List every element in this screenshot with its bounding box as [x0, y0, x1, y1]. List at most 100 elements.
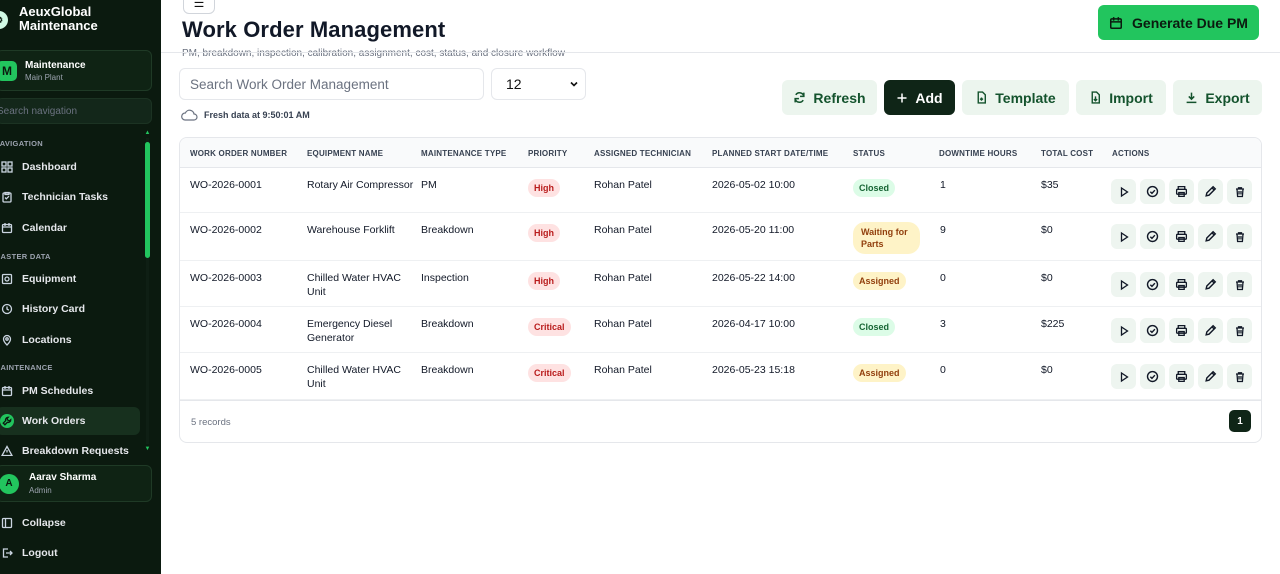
edit-action-button[interactable] [1198, 272, 1223, 297]
logout-button[interactable]: Logout [0, 541, 136, 565]
nav-scrollbar[interactable]: ▲ ▼ [144, 130, 151, 452]
print-action-button[interactable] [1169, 224, 1194, 249]
sidebar-item-breakdown-requests[interactable]: Breakdown Requests [0, 437, 140, 456]
avatar: A [0, 473, 19, 494]
sidebar-item-calendar[interactable]: Calendar [0, 214, 140, 242]
menu-toggle-button[interactable]: ☰ [183, 0, 215, 14]
delete-action-button[interactable] [1227, 318, 1252, 343]
check-circle-action-button[interactable] [1140, 318, 1165, 343]
cell-downtime-hours: 9 [940, 224, 946, 236]
nav-search-input[interactable] [0, 98, 152, 124]
scroll-down-arrow-icon[interactable]: ▼ [144, 446, 151, 452]
delete-icon [1234, 279, 1246, 291]
sidebar-item-dashboard[interactable]: Dashboard [0, 153, 140, 181]
module-title: Maintenance [25, 59, 86, 71]
sidebar-item-locations[interactable]: Locations [0, 326, 140, 354]
history-icon [0, 302, 14, 316]
refresh-button[interactable]: Refresh [782, 80, 877, 115]
generate-due-pm-button[interactable]: Generate Due PM [1098, 5, 1259, 40]
delete-action-button[interactable] [1227, 364, 1252, 389]
table-row[interactable]: WO-2026-0005 Chilled Water HVAC Unit Break… [180, 353, 1261, 400]
add-label: Add [915, 89, 943, 106]
delete-action-button[interactable] [1227, 224, 1252, 249]
play-action-button[interactable] [1111, 224, 1136, 249]
cell-assigned-technician: Rohan Patel [594, 318, 652, 330]
sidebar-item-technician-tasks[interactable]: Technician Tasks [0, 183, 140, 211]
cell-planned-start: 2026-04-17 10:00 [712, 318, 795, 330]
cell-planned-start: 2026-05-02 10:00 [712, 179, 795, 191]
logout-label: Logout [22, 547, 58, 559]
collapse-button[interactable]: Collapse [0, 511, 136, 535]
check-circle-action-button[interactable] [1140, 179, 1165, 204]
clipboard-icon [0, 190, 14, 204]
column-header[interactable]: ASSIGNED TECHNICIAN [594, 149, 691, 158]
column-header[interactable]: EQUIPMENT NAME [307, 149, 383, 158]
cell-total-cost: $35 [1041, 179, 1059, 191]
cell-equipment-name: Warehouse Forklift [307, 224, 395, 236]
column-header[interactable]: STATUS [853, 149, 885, 158]
export-button[interactable]: Export [1173, 80, 1262, 115]
brand[interactable]: ⚙ AeuxGlobal Maintenance [0, 5, 129, 33]
sidebar-item-label: Technician Tasks [22, 191, 108, 203]
cloud-icon [181, 109, 198, 121]
file-import-icon [1091, 91, 1101, 104]
check-circle-icon [1146, 230, 1159, 243]
user-profile[interactable]: A Aarav Sharma Admin [0, 465, 152, 502]
sidebar-item-label: PM Schedules [22, 385, 94, 397]
column-header[interactable]: MAINTENANCE TYPE [421, 149, 506, 158]
sidebar-item-history-card[interactable]: History Card [0, 295, 140, 323]
column-header[interactable]: TOTAL COST [1041, 149, 1093, 158]
table-row[interactable]: WO-2026-0003 Chilled Water HVAC Unit Inspe… [180, 261, 1261, 307]
print-action-button[interactable] [1169, 179, 1194, 204]
delete-action-button[interactable] [1227, 272, 1252, 297]
check-circle-action-button[interactable] [1140, 364, 1165, 389]
data-freshness: Fresh data at 9:50:01 AM [180, 109, 310, 121]
print-icon [1175, 370, 1188, 383]
delete-icon [1234, 231, 1246, 243]
module-switcher[interactable]: M Maintenance Main Plant [0, 50, 152, 91]
print-icon [1175, 185, 1188, 198]
import-button[interactable]: Import [1076, 80, 1166, 115]
cell-maintenance-type: Breakdown [421, 364, 474, 376]
cell-assigned-technician: Rohan Patel [594, 272, 652, 284]
print-action-button[interactable] [1169, 318, 1194, 343]
check-circle-action-button[interactable] [1140, 272, 1165, 297]
page-size-select[interactable]: 12 [491, 68, 586, 100]
print-action-button[interactable] [1169, 272, 1194, 297]
delete-action-button[interactable] [1227, 179, 1252, 204]
page-size-value: 12 [506, 76, 522, 92]
edit-action-button[interactable] [1198, 224, 1223, 249]
column-header[interactable]: DOWNTIME HOURS [939, 149, 1017, 158]
export-label: Export [1205, 89, 1250, 106]
table-row[interactable]: WO-2026-0004 Emergency Diesel Generator Br… [180, 307, 1261, 353]
check-circle-action-button[interactable] [1140, 224, 1165, 249]
print-action-button[interactable] [1169, 364, 1194, 389]
sidebar-item-pm-schedules[interactable]: PM Schedules [0, 377, 140, 405]
scroll-up-arrow-icon[interactable]: ▲ [144, 130, 151, 136]
play-action-button[interactable] [1111, 179, 1136, 204]
search-input[interactable] [179, 68, 484, 100]
edit-action-button[interactable] [1198, 179, 1223, 204]
print-icon [1175, 230, 1188, 243]
priority-badge: High [528, 224, 560, 242]
edit-action-button[interactable] [1198, 364, 1223, 389]
priority-badge: High [528, 272, 560, 290]
wrench-icon [0, 414, 14, 428]
column-header[interactable]: PRIORITY [528, 149, 567, 158]
column-header[interactable]: PLANNED START DATE/TIME [712, 149, 828, 158]
pagination-page-button[interactable]: 1 [1229, 410, 1251, 432]
template-button[interactable]: Template [962, 80, 1069, 115]
add-button[interactable]: Add [884, 80, 955, 115]
scroll-thumb[interactable] [145, 142, 150, 258]
column-header[interactable]: WORK ORDER NUMBER [190, 149, 287, 158]
play-action-button[interactable] [1111, 364, 1136, 389]
edit-action-button[interactable] [1198, 318, 1223, 343]
table-row[interactable]: WO-2026-0001 Rotary Air Compressor PM Rohan… [180, 168, 1261, 213]
sidebar-item-work-orders[interactable]: Work Orders [0, 407, 140, 435]
print-icon [1175, 278, 1188, 291]
play-action-button[interactable] [1111, 272, 1136, 297]
edit-icon [1204, 185, 1217, 198]
sidebar-item-equipment[interactable]: Equipment [0, 265, 140, 293]
table-row[interactable]: WO-2026-0002 Warehouse Forklift Breakdown R… [180, 213, 1261, 261]
play-action-button[interactable] [1111, 318, 1136, 343]
